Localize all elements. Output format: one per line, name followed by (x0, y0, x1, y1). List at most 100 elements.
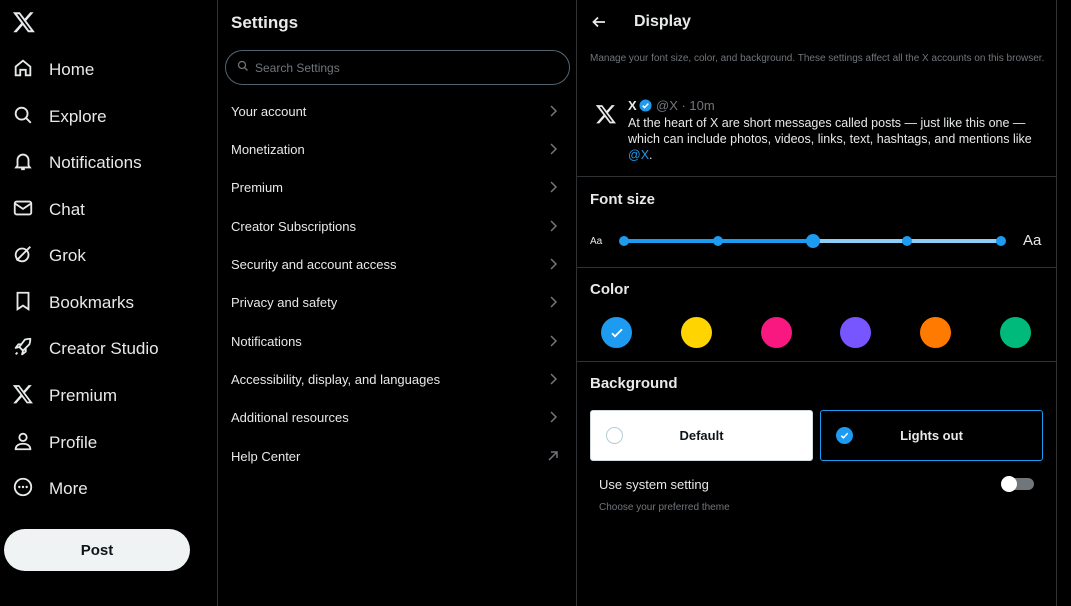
more-circle-icon (12, 476, 34, 503)
nav-label: Bookmarks (49, 293, 135, 312)
external-link-icon (546, 449, 560, 463)
nav-label: Premium (49, 386, 118, 405)
chevron-right-icon (546, 180, 560, 194)
nav-grok[interactable]: Grok (12, 241, 86, 271)
divider (577, 176, 1056, 177)
font-size-large-label: Aa (1023, 232, 1042, 249)
background-option-label: Lights out (900, 428, 963, 443)
color-option[interactable] (920, 317, 952, 348)
settings-item-privacy[interactable]: Privacy and safety (218, 283, 576, 321)
font-size-slider-stop[interactable] (619, 236, 629, 246)
nav-chat[interactable]: Chat (12, 195, 85, 225)
settings-item-label: Additional resources (231, 409, 349, 425)
nav-label: Profile (49, 433, 98, 452)
settings-item-monetization[interactable]: Monetization (218, 130, 576, 168)
settings-item-premium[interactable]: Premium (218, 168, 576, 206)
search-settings-input[interactable] (255, 60, 555, 75)
settings-item-security[interactable]: Security and account access (218, 245, 576, 283)
chevron-right-icon (546, 372, 560, 386)
color-option[interactable] (760, 317, 792, 348)
divider (577, 361, 1056, 362)
nav-label: Grok (49, 246, 86, 265)
font-size-slider-stop[interactable] (996, 236, 1006, 246)
x-logo-icon (595, 103, 617, 125)
font-size-title: Font size (590, 191, 656, 208)
divider (577, 267, 1056, 268)
nav-more[interactable]: More (12, 474, 88, 504)
background-default-option[interactable]: Default (590, 410, 813, 461)
settings-item-additional-resources[interactable]: Additional resources (218, 398, 576, 436)
settings-item-your-account[interactable]: Your account (218, 92, 576, 130)
chevron-right-icon (546, 104, 560, 118)
x-logo-icon[interactable] (12, 10, 36, 34)
nav-label: Creator Studio (49, 339, 159, 358)
color-option[interactable] (601, 317, 632, 348)
color-option[interactable] (680, 317, 712, 348)
post-button[interactable]: Post (4, 529, 190, 571)
font-size-slider-thumb[interactable] (805, 234, 820, 248)
font-size-slider-stop[interactable] (713, 236, 724, 246)
search-settings-box[interactable] (225, 50, 570, 85)
settings-item-accessibility[interactable]: Accessibility, display, and languages (218, 360, 576, 398)
settings-item-label: Privacy and safety (231, 294, 338, 310)
chevron-right-icon (546, 295, 560, 309)
sample-post-mention: @X (628, 148, 650, 162)
rocket-icon (12, 336, 34, 363)
search-icon (237, 59, 249, 77)
nav-label: Chat (49, 200, 85, 219)
settings-item-label: Help Center (231, 448, 301, 464)
home-icon (12, 57, 34, 84)
x-logo-icon (12, 383, 34, 410)
settings-item-label: Monetization (231, 141, 305, 157)
nav-profile[interactable]: Profile (12, 428, 97, 458)
settings-item-label: Notifications (231, 333, 302, 349)
settings-item-label: Security and account access (231, 256, 397, 272)
back-arrow-icon[interactable] (591, 14, 607, 30)
color-title: Color (590, 281, 630, 298)
nav-creator-studio[interactable]: Creator Studio (12, 334, 159, 364)
bookmark-icon (12, 290, 34, 317)
nav-label: Notifications (49, 153, 142, 172)
display-description: Manage your font size, color, and backgr… (590, 53, 1045, 64)
background-option-label: Default (679, 428, 724, 443)
sample-post-meta: @X · 10m (656, 98, 715, 113)
left-navigation: Home Explore Notifications Chat Grok Boo… (0, 0, 218, 606)
system-setting-hint: Choose your preferred theme (599, 502, 730, 513)
verified-badge-icon (639, 99, 652, 112)
nav-notifications[interactable]: Notifications (12, 148, 142, 178)
nav-explore[interactable]: Explore (12, 102, 107, 132)
settings-item-label: Accessibility, display, and languages (231, 371, 441, 387)
sample-post-name: X (628, 98, 637, 113)
check-icon (610, 328, 623, 338)
settings-title: Settings (231, 13, 299, 32)
system-setting-label: Use system setting (599, 477, 709, 492)
display-panel: Display Manage your font size, color, an… (577, 0, 1057, 606)
settings-item-help-center[interactable]: Help Center (218, 437, 576, 475)
bell-icon (12, 150, 34, 177)
nav-label: Explore (49, 107, 107, 126)
chevron-right-icon (546, 334, 560, 348)
chevron-right-icon (546, 219, 560, 233)
nav-bookmarks[interactable]: Bookmarks (12, 288, 134, 318)
nav-home[interactable]: Home (12, 55, 94, 85)
radio-unchecked-icon (606, 427, 623, 444)
settings-item-notifications[interactable]: Notifications (218, 322, 576, 360)
nav-label: Home (49, 60, 95, 79)
chevron-right-icon (546, 410, 560, 424)
search-icon (12, 104, 34, 131)
settings-item-creator-subscriptions[interactable]: Creator Subscriptions (218, 207, 576, 245)
background-lights-out-option[interactable]: Lights out (820, 410, 1043, 461)
system-setting-toggle-knob[interactable] (1001, 476, 1017, 492)
chevron-right-icon (546, 257, 560, 271)
nav-premium[interactable]: Premium (12, 381, 117, 411)
font-size-slider-stop[interactable] (901, 236, 912, 246)
settings-item-label: Your account (231, 103, 307, 119)
settings-item-label: Creator Subscriptions (231, 218, 356, 234)
color-option[interactable] (1000, 317, 1031, 348)
sample-post-body: At the heart of X are short messages cal… (628, 116, 1032, 146)
display-title: Display (634, 13, 691, 30)
font-size-small-label: Aa (590, 236, 603, 247)
settings-panel: Settings Your account Monetization Premi… (218, 0, 577, 606)
person-icon (12, 430, 34, 457)
color-option[interactable] (840, 317, 872, 348)
